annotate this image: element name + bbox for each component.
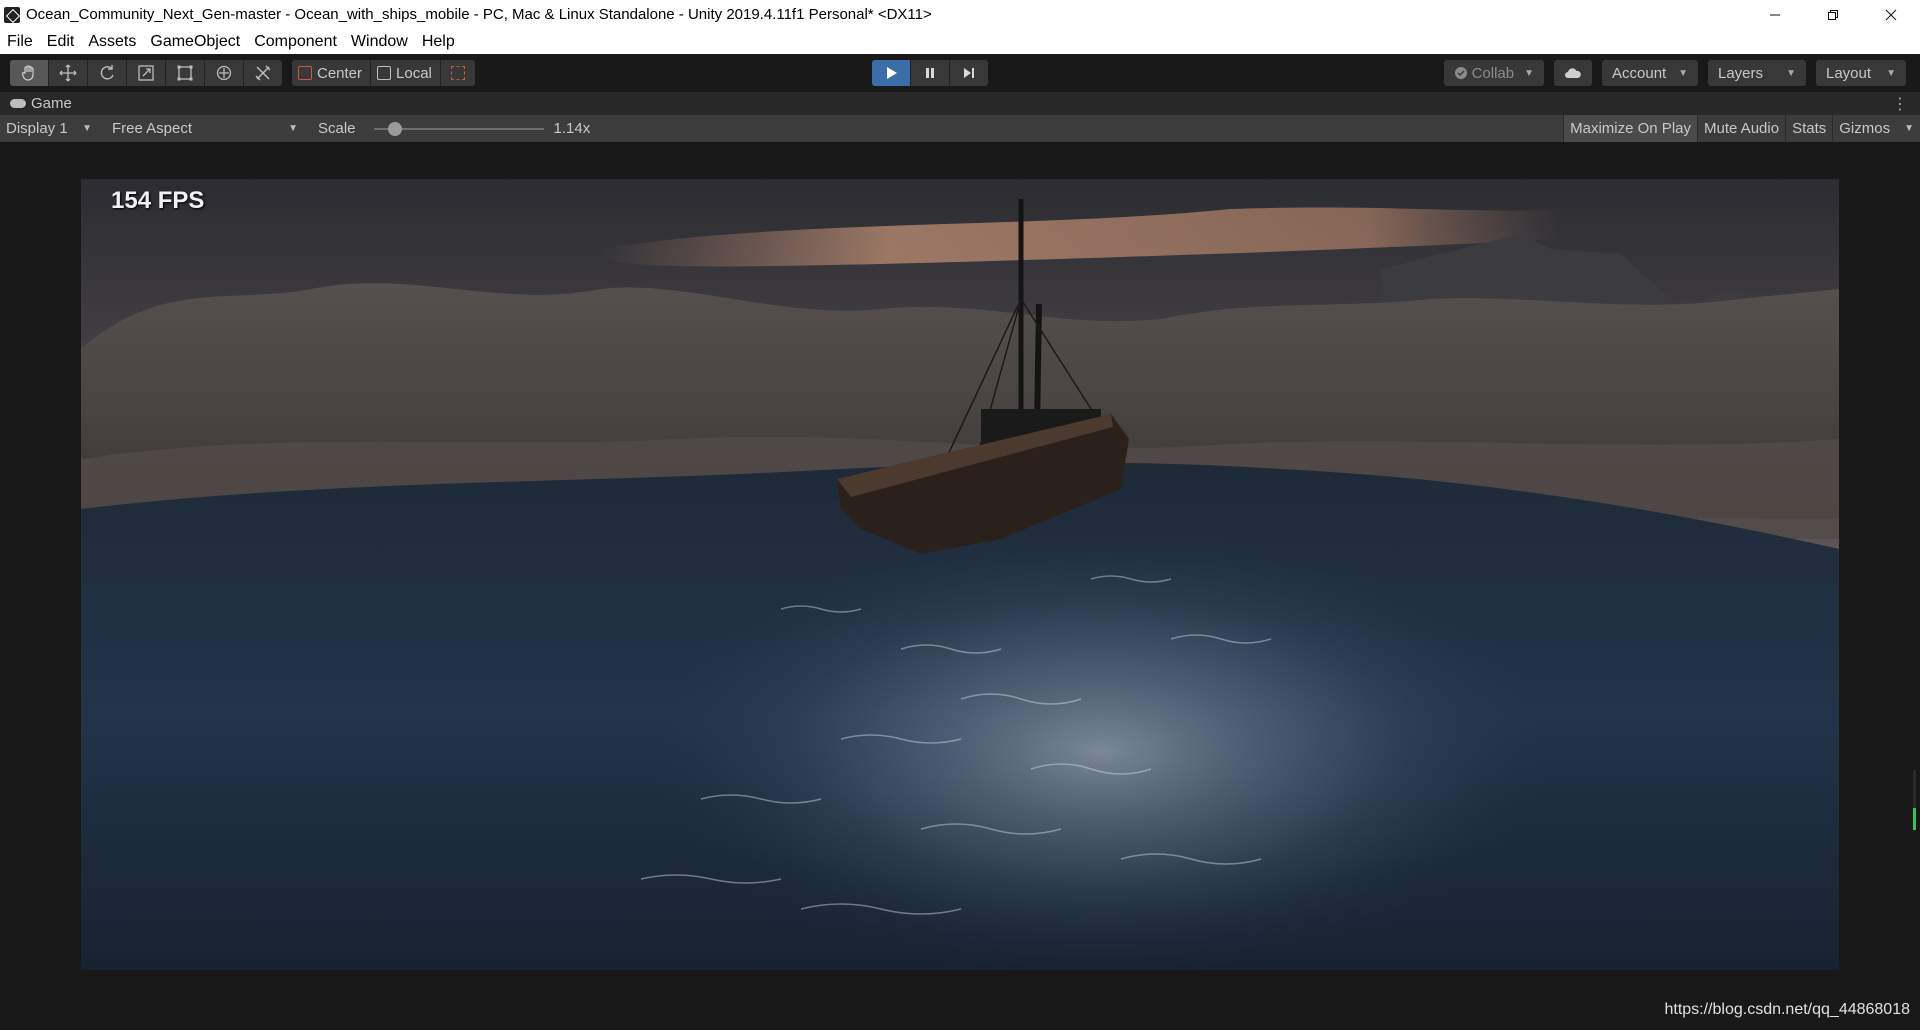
game-window-tabbar: Game ⋮	[0, 92, 1920, 115]
main-toolbar: Center Local Collab ▼ Account ▼ Layers ▼…	[0, 54, 1920, 92]
local-cube-icon	[377, 66, 392, 80]
chevron-down-icon: ▼	[1678, 67, 1688, 79]
chevron-down-icon: ▼	[1904, 123, 1914, 134]
game-view-controls: Display 1 ▼ Free Aspect ▼ Scale 1.14x Ma…	[0, 115, 1920, 142]
maximize-on-play-toggle[interactable]: Maximize On Play	[1563, 115, 1697, 142]
transform-tool-icon	[216, 65, 232, 81]
menu-help[interactable]: Help	[415, 29, 462, 54]
collab-check-icon	[1454, 67, 1467, 79]
scale-tool-icon	[138, 65, 154, 81]
collab-dropdown[interactable]: Collab ▼	[1443, 60, 1544, 86]
pause-button[interactable]	[911, 60, 950, 86]
chevron-down-icon: ▼	[82, 123, 92, 134]
window-controls	[1746, 0, 1920, 29]
scale-control: Scale 1.14x	[318, 120, 590, 137]
transform-tools	[10, 60, 282, 86]
game-viewport-area: 154 FPS	[0, 142, 1920, 1008]
grid-snap-icon	[450, 66, 465, 80]
cloud-icon	[1565, 68, 1581, 78]
toolbar-right: Collab ▼ Account ▼ Layers ▼ Layout ▼	[1443, 60, 1906, 86]
rect-tool-button[interactable]	[166, 60, 205, 86]
game-render-view[interactable]: 154 FPS	[81, 179, 1839, 970]
aspect-dropdown[interactable]: Free Aspect ▼	[106, 115, 304, 142]
scale-slider[interactable]	[373, 121, 544, 136]
ocean-scene-image	[81, 179, 1839, 970]
menu-assets[interactable]: Assets	[81, 29, 143, 54]
stats-toggle[interactable]: Stats	[1785, 115, 1832, 142]
scrollbar[interactable]	[1913, 770, 1916, 830]
scale-label: Scale	[318, 120, 356, 137]
restore-button[interactable]	[1804, 0, 1862, 29]
pause-icon	[926, 68, 934, 78]
move-tool-icon	[59, 64, 77, 82]
grid-snap-button[interactable]	[440, 60, 475, 86]
rect-tool-icon	[177, 65, 193, 81]
custom-tool-icon	[255, 65, 271, 81]
menu-gameobject[interactable]: GameObject	[143, 29, 247, 54]
game-view-toggles: Maximize On Play Mute Audio Stats Gizmos…	[1563, 115, 1920, 142]
chevron-down-icon: ▼	[288, 123, 298, 134]
play-button[interactable]	[872, 60, 911, 86]
chevron-down-icon: ▼	[1524, 67, 1534, 79]
transform-tool-button[interactable]	[205, 60, 244, 86]
mute-audio-toggle[interactable]: Mute Audio	[1697, 115, 1785, 142]
pivot-mode-button[interactable]: Center	[292, 60, 372, 86]
layout-dropdown[interactable]: Layout ▼	[1816, 60, 1906, 86]
rotate-tool-icon	[100, 65, 114, 80]
window-title-bar: Ocean_Community_Next_Gen-master - Ocean_…	[0, 0, 1920, 29]
watermark-text: https://blog.csdn.net/qq_44868018	[1664, 1001, 1910, 1018]
minimize-button[interactable]	[1746, 0, 1804, 29]
gizmos-dropdown[interactable]: Gizmos ▼	[1832, 115, 1920, 142]
scale-value: 1.14x	[553, 120, 591, 137]
more-options-icon[interactable]: ⋮	[1892, 94, 1908, 114]
chevron-down-icon: ▼	[1786, 67, 1796, 79]
pivot-controls: Center Local	[292, 60, 475, 86]
chevron-down-icon: ▼	[1886, 67, 1896, 79]
play-controls	[872, 60, 988, 86]
menu-window[interactable]: Window	[344, 29, 415, 54]
hand-tool-icon	[21, 65, 34, 81]
custom-tool-button[interactable]	[244, 60, 282, 86]
scale-tool-button[interactable]	[127, 60, 166, 86]
hand-tool-button[interactable]	[10, 60, 49, 86]
rotate-tool-button[interactable]	[88, 60, 127, 86]
menu-file[interactable]: File	[0, 29, 40, 54]
window-title: Ocean_Community_Next_Gen-master - Ocean_…	[26, 6, 932, 23]
play-icon	[887, 67, 897, 79]
fps-counter: 154 FPS	[111, 187, 205, 214]
minimize-icon	[1770, 14, 1780, 15]
menu-edit[interactable]: Edit	[40, 29, 82, 54]
menu-component[interactable]: Component	[247, 29, 344, 54]
cloud-services-button[interactable]	[1554, 60, 1592, 86]
tab-game[interactable]: Game	[0, 92, 72, 115]
gamepad-icon	[10, 99, 26, 108]
step-button[interactable]	[950, 60, 988, 86]
unity-logo-icon	[4, 6, 20, 23]
display-dropdown[interactable]: Display 1 ▼	[0, 115, 98, 142]
move-tool-button[interactable]	[49, 60, 88, 86]
account-dropdown[interactable]: Account ▼	[1602, 60, 1698, 86]
scale-slider-thumb[interactable]	[387, 121, 402, 136]
pivot-rotation-button[interactable]: Local	[371, 60, 441, 86]
close-icon	[1885, 9, 1897, 20]
step-icon	[964, 68, 974, 78]
menu-bar: File Edit Assets GameObject Component Wi…	[0, 29, 1920, 54]
status-bar	[0, 1008, 1920, 1030]
close-button[interactable]	[1862, 0, 1920, 29]
restore-icon	[1828, 9, 1838, 20]
layers-dropdown[interactable]: Layers ▼	[1708, 60, 1806, 86]
pivot-center-icon	[298, 66, 312, 80]
